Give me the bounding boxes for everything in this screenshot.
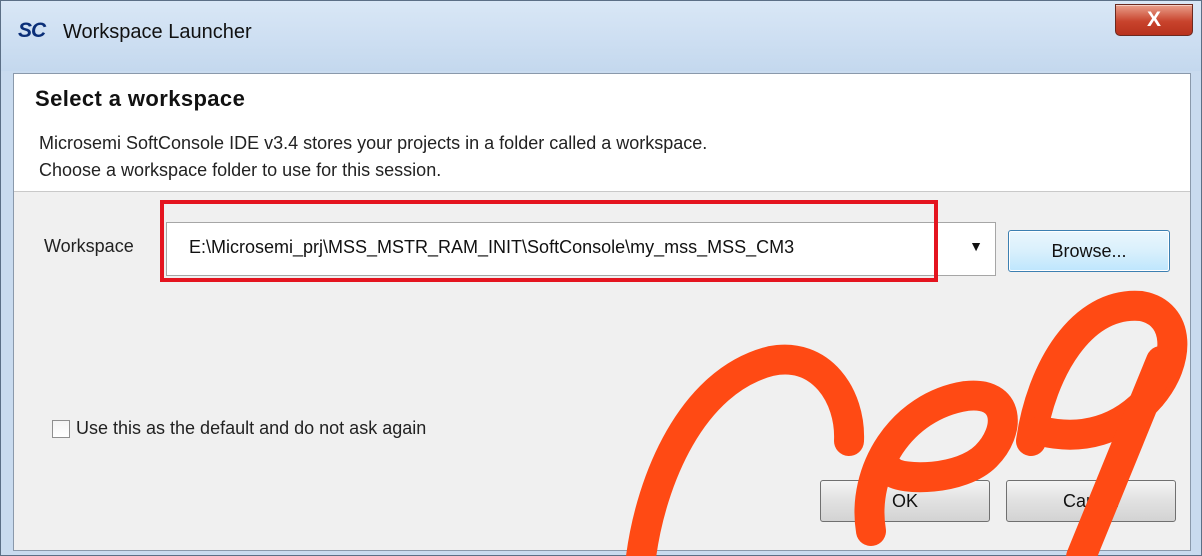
workspace-combo[interactable]: E:\Microsemi_prj\MSS_MSTR_RAM_INIT\SoftC…: [166, 222, 996, 276]
workspace-label: Workspace: [44, 236, 134, 256]
title-bar[interactable]: SC Workspace Launcher X: [1, 1, 1201, 71]
close-button[interactable]: X: [1115, 4, 1193, 36]
description-line-2: Choose a workspace folder to use for thi…: [39, 160, 442, 180]
header-description: Microsemi SoftConsole IDE v3.4 stores yo…: [39, 130, 707, 184]
description-line-1: Microsemi SoftConsole IDE v3.4 stores yo…: [39, 133, 708, 153]
app-logo: SC: [18, 19, 46, 42]
workspace-launcher-dialog: SC Workspace Launcher X Select a workspa…: [0, 0, 1202, 556]
window-title: Workspace Launcher: [63, 21, 252, 43]
default-checkbox-label[interactable]: Use this as the default and do not ask a…: [76, 418, 426, 439]
ok-button[interactable]: OK: [820, 480, 990, 522]
chevron-down-icon[interactable]: ▼: [969, 238, 983, 254]
close-icon: X: [1146, 8, 1161, 31]
header-title: Select a workspace: [35, 86, 246, 111]
cancel-button[interactable]: Cancel: [1006, 480, 1176, 522]
dialog-body: Select a workspace Microsemi SoftConsole…: [13, 73, 1191, 551]
default-checkbox[interactable]: [52, 420, 70, 438]
header-panel: Select a workspace Microsemi SoftConsole…: [14, 74, 1190, 192]
browse-button[interactable]: Browse...: [1008, 230, 1170, 272]
workspace-path-input[interactable]: E:\Microsemi_prj\MSS_MSTR_RAM_INIT\SoftC…: [189, 237, 794, 258]
